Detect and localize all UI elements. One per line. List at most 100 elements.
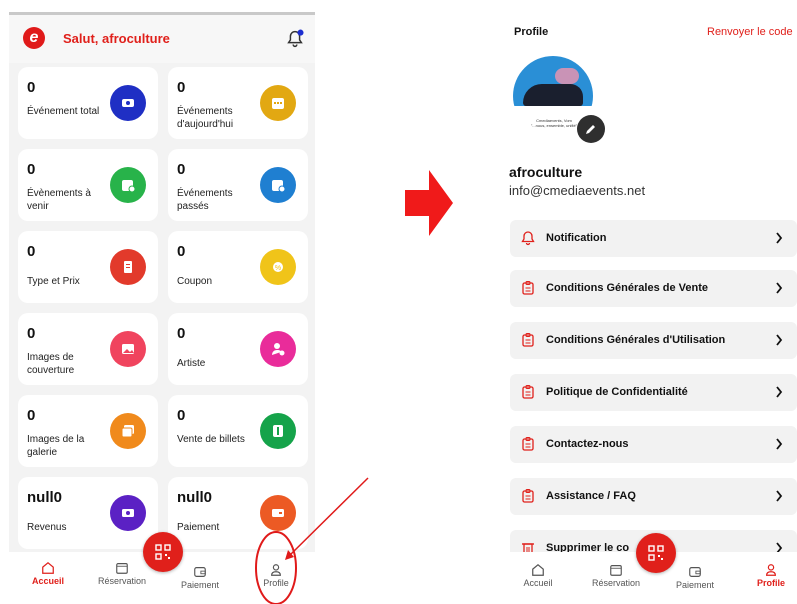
dashboard-screen: e Salut, afroculture 0 Événement total 0… xyxy=(9,12,315,592)
stat-value: 0 xyxy=(177,79,186,96)
clipboard-icon xyxy=(522,385,534,399)
nav-profile[interactable]: Profile xyxy=(736,554,797,592)
nav-label: Réservation xyxy=(97,576,147,586)
clipboard-icon xyxy=(522,281,534,295)
stat-label: Revenus xyxy=(27,522,67,533)
stat-card-revenue[interactable]: null0 Revenus xyxy=(18,477,158,549)
stat-value: 0 xyxy=(177,325,186,342)
chevron-right-icon xyxy=(776,282,783,294)
menu-item-cgu[interactable]: Conditions Générales d'Utilisation xyxy=(510,322,797,359)
page-title: Profile xyxy=(514,26,549,38)
stat-card-cover-images[interactable]: 0 Images de couverture xyxy=(18,313,158,385)
nav-label: Profile xyxy=(756,578,785,588)
menu-item-notification[interactable]: Notification xyxy=(510,220,797,257)
stat-card-upcoming[interactable]: 0 Évènements à venir xyxy=(18,149,158,221)
stat-label: Événements passés xyxy=(177,188,233,212)
menu-label: Conditions Générales d'Utilisation xyxy=(546,334,726,346)
menu-label: Assistance / FAQ xyxy=(546,490,636,502)
qr-scan-button[interactable] xyxy=(636,533,676,573)
wallet-icon xyxy=(194,567,206,577)
nav-label: Réservation xyxy=(591,578,641,588)
home-icon xyxy=(532,563,544,576)
stat-card-artist[interactable]: 0 Artiste xyxy=(168,313,308,385)
stat-label: Paiement xyxy=(177,522,220,533)
stat-label: Évènements à venir xyxy=(27,188,91,212)
menu-label: Politique de Confidentialité xyxy=(546,386,688,398)
nav-label: Paiement xyxy=(180,580,220,590)
stat-card-type-price[interactable]: 0 Type et Prix xyxy=(18,231,158,303)
user-icon xyxy=(766,564,776,576)
home-icon xyxy=(42,561,54,574)
nav-label: Accueil xyxy=(523,578,553,588)
stat-label: Artiste xyxy=(177,358,206,369)
chevron-right-icon xyxy=(776,334,783,346)
image-icon xyxy=(110,331,146,367)
stat-value: 0 xyxy=(177,161,186,178)
user-icon xyxy=(271,564,281,576)
menu-item-contact[interactable]: Contactez-nous xyxy=(510,426,797,463)
profile-screen: Profile Renvoyer le code Cmediaevents, V… xyxy=(500,12,797,592)
nav-label: Paiement xyxy=(675,580,715,590)
calendar-icon xyxy=(116,563,128,574)
money-icon xyxy=(110,495,146,531)
qr-scan-icon xyxy=(648,545,664,561)
stat-card-coupon[interactable]: 0 Coupon % xyxy=(168,231,308,303)
greeting-text: Salut, afroculture xyxy=(63,31,170,46)
menu-label: Conditions Générales de Vente xyxy=(546,282,708,294)
ticket-sale-icon xyxy=(260,413,296,449)
payment-icon xyxy=(260,495,296,531)
qr-scan-icon xyxy=(155,544,171,560)
stat-card-payment[interactable]: null0 Paiement xyxy=(168,477,308,549)
stat-value: 0 xyxy=(27,161,36,178)
stat-card-total[interactable]: 0 Événement total xyxy=(18,67,158,139)
clipboard-icon xyxy=(522,489,534,503)
notification-bell-icon[interactable] xyxy=(284,28,306,50)
stat-card-today[interactable]: 0 Événements d'aujourd'hui xyxy=(168,67,308,139)
menu-item-privacy[interactable]: Politique de Confidentialité xyxy=(510,374,797,411)
stat-label: Événements d'aujourd'hui xyxy=(177,106,234,130)
chevron-right-icon xyxy=(776,438,783,450)
receipt-icon xyxy=(110,249,146,285)
gallery-icon xyxy=(110,413,146,449)
app-logo: e xyxy=(23,27,45,49)
resend-code-link[interactable]: Renvoyer le code xyxy=(707,26,793,38)
stat-value: 0 xyxy=(27,407,36,424)
chevron-right-icon xyxy=(776,232,783,244)
menu-label: Contactez-nous xyxy=(546,438,629,450)
nav-label: Accueil xyxy=(31,576,64,586)
edit-avatar-button[interactable] xyxy=(577,115,605,143)
stat-label: Images de couverture xyxy=(27,352,75,376)
nav-home[interactable]: Accueil xyxy=(13,552,83,592)
stat-label: Vente de billets xyxy=(177,434,245,445)
stat-card-gallery-images[interactable]: 0 Images de la galerie xyxy=(18,395,158,467)
stat-value: 0 xyxy=(177,407,186,424)
stat-card-ticket-sales[interactable]: 0 Vente de billets xyxy=(168,395,308,467)
stat-value: 0 xyxy=(27,79,36,96)
discount-icon: % xyxy=(260,249,296,285)
stat-value: null0 xyxy=(177,489,213,506)
stat-card-past[interactable]: 0 Événements passés xyxy=(168,149,308,221)
menu-item-cgv[interactable]: Conditions Générales de Vente xyxy=(510,270,797,307)
calendar-clock-icon xyxy=(110,167,146,203)
user-name: afroculture xyxy=(509,164,583,180)
stat-label: Images de la galerie xyxy=(27,434,85,458)
svg-text:%: % xyxy=(275,265,281,272)
calendar-icon xyxy=(260,85,296,121)
stat-value: null0 xyxy=(27,489,63,506)
chevron-right-icon xyxy=(776,490,783,502)
app-header: e Salut, afroculture xyxy=(9,15,315,63)
nav-profile[interactable]: Profile xyxy=(241,554,311,592)
menu-item-faq[interactable]: Assistance / FAQ xyxy=(510,478,797,515)
stat-label: Coupon xyxy=(177,276,213,287)
nav-label: Profile xyxy=(263,578,289,588)
stat-label: Type et Prix xyxy=(27,276,80,287)
transition-arrow-icon xyxy=(405,170,453,236)
screenshot-stage: e Salut, afroculture 0 Événement total 0… xyxy=(0,0,797,604)
nav-home[interactable]: Accueil xyxy=(503,554,573,592)
stat-label: Événement total xyxy=(27,106,100,117)
clipboard-icon xyxy=(522,333,534,347)
pencil-icon xyxy=(586,125,595,134)
clipboard-icon xyxy=(522,437,534,451)
user-email: info@cmediaevents.net xyxy=(509,183,646,198)
qr-scan-button[interactable] xyxy=(143,532,183,572)
